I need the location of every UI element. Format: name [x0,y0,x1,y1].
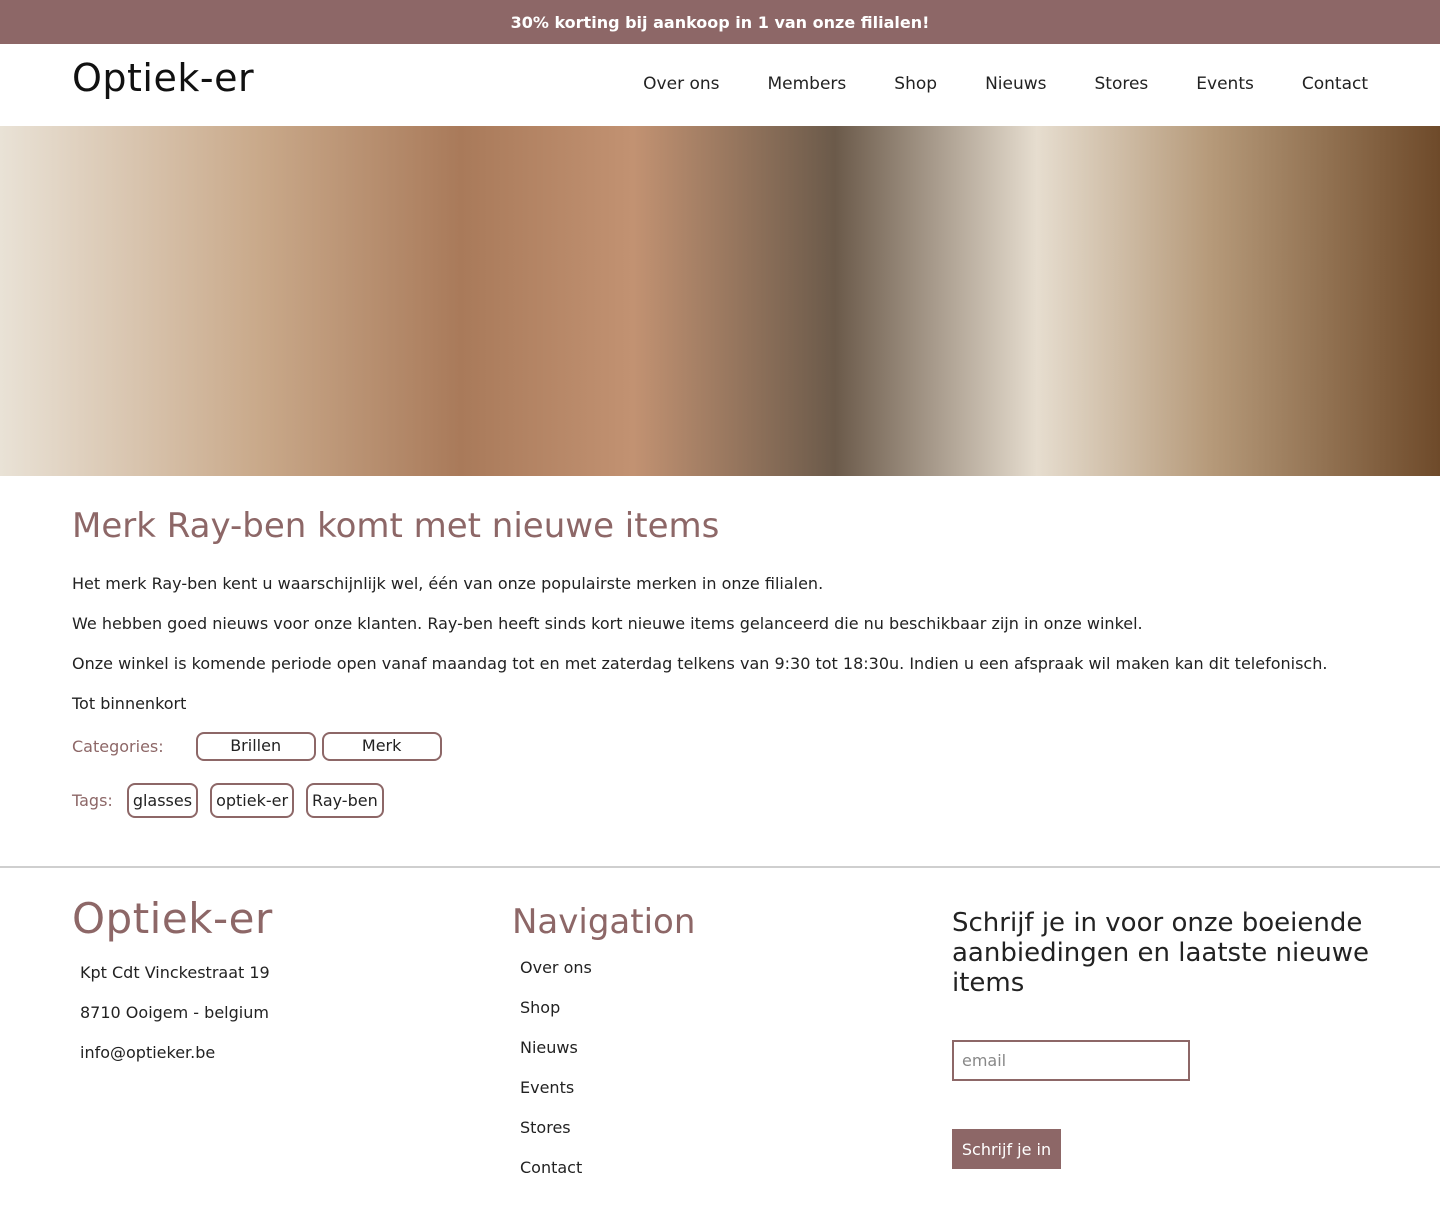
footer-logo: Optiek-er [72,894,273,943]
article: Merk Ray-ben komt met nieuwe items Het m… [72,506,1368,818]
newsletter-email-input[interactable] [952,1040,1190,1081]
promo-banner: 30% korting bij aankoop in 1 van onze fi… [0,0,1440,44]
footer-nav-over-ons[interactable]: Over ons [520,956,695,980]
footer-contact-column: Optiek-er Kpt Cdt Vinckestraat 19 8710 O… [72,894,273,1081]
footer-nav-shop[interactable]: Shop [520,996,695,1020]
footer-address: Kpt Cdt Vinckestraat 19 8710 Ooigem - be… [72,961,273,1065]
tags-row: Tags: glasses optiek-er Ray-ben [72,783,1368,818]
nav-link-stores[interactable]: Stores [1095,74,1149,94]
address-street: Kpt Cdt Vinckestraat 19 [80,963,270,982]
article-paragraph: We hebben goed nieuws voor onze klanten.… [72,614,1143,633]
footer-nav-contact[interactable]: Contact [520,1156,695,1180]
footer-nav-stores[interactable]: Stores [520,1116,695,1140]
newsletter-column: Schrijf je in voor onze boeiende aanbied… [952,894,1372,1169]
nav-link-shop[interactable]: Shop [894,74,937,94]
article-paragraph: Onze winkel is komende periode open vana… [72,654,1328,673]
hero-image [0,126,1440,476]
category-chip-merk[interactable]: Merk [321,732,442,761]
nav-link-contact[interactable]: Contact [1302,74,1368,94]
article-paragraph: Tot binnenkort [72,694,187,713]
categories-label: Categories: [72,737,164,756]
site-header: Optiek-er Over ons Members Shop Nieuws S… [0,44,1440,126]
nav-link-over-ons[interactable]: Over ons [643,74,719,94]
address-city: 8710 Ooigem - belgium [80,1003,269,1022]
address-email[interactable]: info@optieker.be [80,1041,273,1065]
main-nav: Over ons Members Shop Nieuws Stores Even… [643,74,1368,94]
footer-navigation-column: Navigation Over ons Shop Nieuws Events S… [512,894,695,1196]
promo-text: 30% korting bij aankoop in 1 van onze fi… [510,12,930,32]
category-chip-brillen[interactable]: Brillen [195,732,316,761]
nav-link-nieuws[interactable]: Nieuws [985,74,1046,94]
nav-link-events[interactable]: Events [1196,74,1254,94]
tags-label: Tags: [72,791,113,810]
footer-nav-nieuws[interactable]: Nieuws [520,1036,695,1060]
subscribe-button[interactable]: Schrijf je in [952,1129,1061,1169]
footer-nav: Over ons Shop Nieuws Events Stores Conta… [512,956,695,1180]
nav-link-members[interactable]: Members [768,74,847,94]
article-title: Merk Ray-ben komt met nieuwe items [72,506,720,546]
newsletter-title: Schrijf je in voor onze boeiende aanbied… [952,908,1369,998]
article-paragraph: Het merk Ray-ben kent u waarschijnlijk w… [72,574,824,593]
footer-nav-title: Navigation [512,902,696,942]
tag-chip-glasses[interactable]: glasses [126,783,199,818]
tag-chip-optiek-er[interactable]: optiek-er [210,783,295,818]
footer-nav-events[interactable]: Events [520,1076,695,1100]
categories-row: Categories: Brillen Merk [72,732,1368,761]
site-footer: Optiek-er Kpt Cdt Vinckestraat 19 8710 O… [0,866,1440,1218]
site-logo[interactable]: Optiek-er [72,56,254,100]
tag-chip-ray-ben[interactable]: Ray-ben [306,783,384,818]
